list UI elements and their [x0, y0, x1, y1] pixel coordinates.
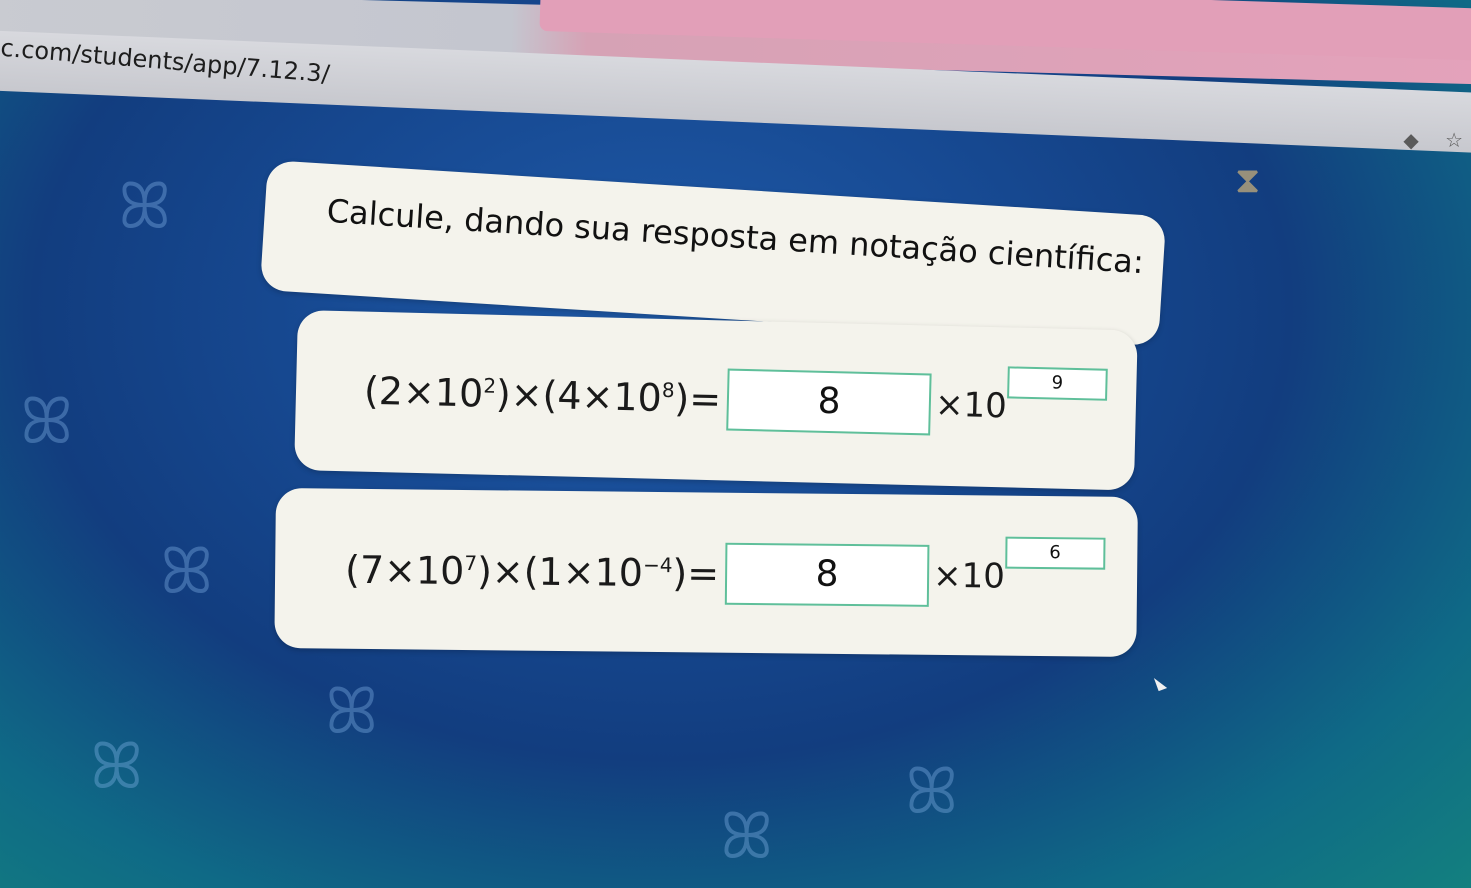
- decorative-clover-icon: ꕤ: [325, 675, 379, 749]
- times-ten-label: ×10: [934, 384, 1008, 427]
- mouse-cursor-icon: [1153, 674, 1168, 692]
- equation-1: (2×10 2)×(4×10 8)= 8 ×10 9: [363, 360, 1108, 440]
- decorative-clover-icon: ꕤ: [160, 535, 214, 609]
- browser-chrome: uic.com/students/app/7.12.3/: [0, 0, 1471, 154]
- question-card-2: (7×10 7)×(1×10 −4)= 8 ×10 6: [274, 488, 1138, 658]
- decorative-clover-icon: ꕤ: [720, 800, 774, 874]
- exponent-input[interactable]: 9: [1007, 366, 1108, 401]
- extension-icon[interactable]: ◆: [1403, 128, 1418, 152]
- mantissa-input[interactable]: 8: [724, 542, 930, 607]
- decorative-clover-icon: ꕤ: [118, 170, 172, 244]
- equation-2: (7×10 7)×(1×10 −4)= 8 ×10 6: [345, 536, 1106, 609]
- star-icon[interactable]: ☆: [1445, 128, 1463, 152]
- decorative-clover-icon: ꕤ: [905, 755, 959, 829]
- toolbar-icons: ◆ ☆: [1383, 128, 1463, 152]
- mantissa-input[interactable]: 8: [726, 368, 932, 436]
- decorative-clover-icon: ꕤ: [90, 730, 144, 804]
- times-ten-label: ×10: [932, 555, 1006, 597]
- decorative-clover-icon: ꕤ: [20, 385, 74, 459]
- bookmark-icon: ⧗: [1235, 160, 1261, 201]
- question-card-1: (2×10 2)×(4×10 8)= 8 ×10 9: [294, 310, 1138, 491]
- instruction-text: Calcule, dando sua resposta em notação c…: [325, 191, 1145, 282]
- exponent-input[interactable]: 6: [1004, 536, 1106, 570]
